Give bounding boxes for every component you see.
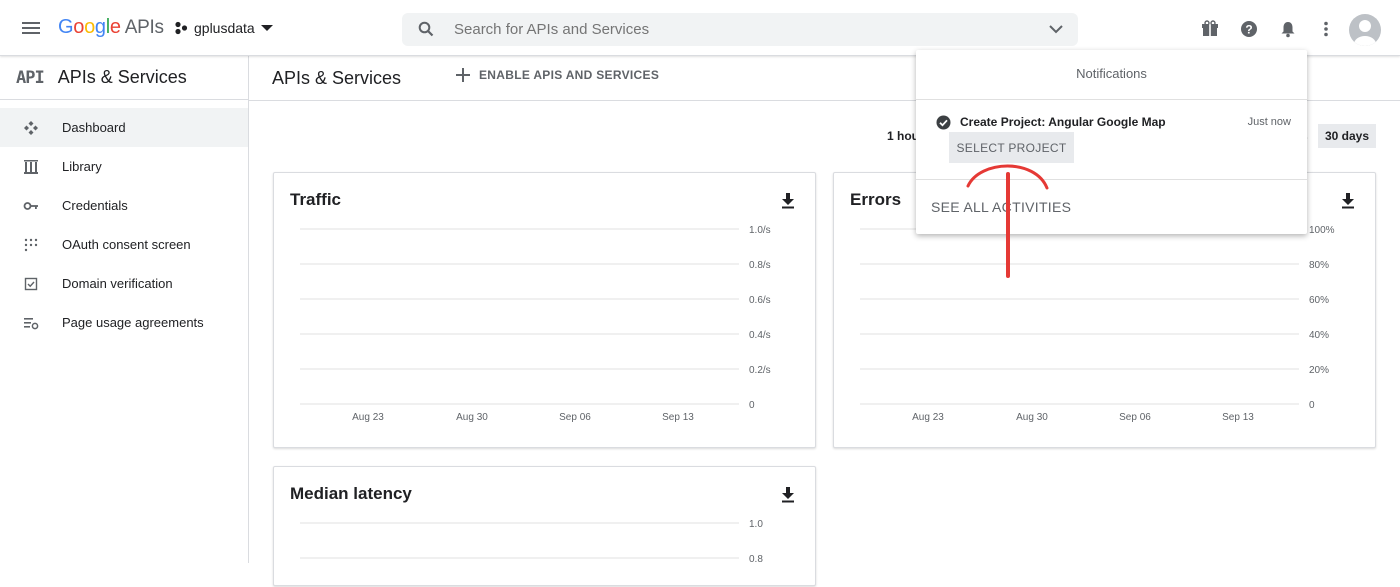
traffic-chart: 1.0/s 0.8/s 0.6/s 0.4/s 0.2/s 0 Aug 23 Aug 30 Se… [300,225,771,423]
x-tick-label: Sep 13 [662,412,694,423]
traffic-card: Traffic 1.0/s 0.8/s 0.6/s 0.4/s 0.2/s 0 Aug 23… [273,172,816,448]
divider [916,179,1307,180]
divider [916,99,1307,100]
x-tick-label: Aug 23 [352,412,384,423]
enable-apis-button[interactable]: ENABLE APIS AND SERVICES [455,67,659,83]
sidebar-item-label: Dashboard [62,120,126,135]
sidebar-item-domain-verification[interactable]: Domain verification [0,264,248,303]
sidebar-header: API APIs & Services [0,56,248,100]
sidebar-item-label: Credentials [62,198,128,213]
y-tick-label: 0 [1309,400,1315,411]
dashboard-icon [24,120,38,135]
help-icon[interactable]: ? [1240,20,1258,38]
more-vert-icon[interactable] [1317,20,1335,38]
project-dots-icon [175,21,188,35]
time-range-30-days[interactable]: 30 days [1318,124,1377,148]
api-logo: API [16,67,45,88]
x-tick-label: Aug 30 [456,412,488,423]
sidebar-item-label: OAuth consent screen [62,237,191,252]
y-tick-label: 20% [1309,365,1329,376]
search-input[interactable] [454,13,1014,46]
key-icon [23,201,38,210]
y-tick-label: 1.0 [749,519,763,530]
y-tick-label: 80% [1309,260,1329,271]
plus-icon [456,68,470,82]
y-tick-label: 0.4/s [749,330,771,341]
y-tick-label: 0.2/s [749,365,771,376]
oauth-icon [24,238,38,251]
y-tick-label: 1.0/s [749,225,771,236]
y-tick-label: 0 [749,400,755,411]
sidebar-item-credentials[interactable]: Credentials [0,186,248,225]
select-project-button[interactable]: SELECT PROJECT [949,132,1074,163]
library-icon [24,159,38,174]
x-tick-label: Sep 13 [1222,412,1254,423]
sidebar-item-page-usage[interactable]: Page usage agreements [0,303,248,342]
search-bar[interactable] [402,13,1078,46]
y-tick-label: 100% [1309,225,1335,236]
caret-down-icon [260,25,273,31]
median-latency-chart: 1.0 0.8 [300,519,763,565]
y-tick-label: 0.8/s [749,260,771,271]
logo-apis-text: APIs [124,17,164,38]
notifications-title: Notifications [1076,66,1147,81]
sidebar-item-dashboard[interactable]: Dashboard [0,108,248,147]
y-tick-label: 40% [1309,330,1329,341]
logo-google-text: Google [58,16,121,38]
chevron-down-icon[interactable] [1048,22,1064,36]
sidebar-title: APIs & Services [57,67,187,87]
enable-apis-label: ENABLE APIS AND SERVICES [479,68,660,82]
see-all-activities-link[interactable]: SEE ALL ACTIVITIES [931,199,1071,215]
bell-icon[interactable] [1279,20,1297,38]
menu-icon[interactable] [20,19,42,37]
google-apis-logo[interactable]: Google APIs [58,16,164,39]
account-avatar[interactable] [1349,14,1381,46]
y-tick-label: 0.8 [749,554,763,565]
x-tick-label: Sep 06 [1119,412,1151,423]
sidebar-item-oauth[interactable]: OAuth consent screen [0,225,248,264]
sidebar: API APIs & Services Dashboard Library Cr… [0,56,249,563]
time-range-1-hour[interactable]: 1 hou [887,129,919,143]
sidebar-item-label: Library [62,159,102,174]
project-selector[interactable]: gplusdata [174,20,273,36]
sidebar-item-label: Domain verification [62,276,173,291]
settings-list-icon [24,317,39,329]
top-app-bar: GoogleAPIs gplusdata ? [0,0,1400,56]
notifications-panel: Notifications Create Project: Angular Go… [916,50,1307,234]
project-name: gplusdata [194,20,255,36]
y-tick-label: 0.6/s [749,295,771,306]
avatar-person-icon [1354,20,1376,46]
y-tick-label: 60% [1309,295,1329,306]
page-title: APIs & Services [272,68,402,88]
domain-check-icon [24,277,38,290]
x-tick-label: Sep 06 [559,412,591,423]
sidebar-item-label: Page usage agreements [62,315,204,330]
check-circle-icon [936,115,951,130]
search-icon[interactable] [418,21,434,37]
notification-item-title: Create Project: Angular Google Map [960,115,1166,129]
median-latency-card: Median latency 1.0 0.8 [273,466,816,586]
notification-time: Just now [1247,116,1291,128]
x-tick-label: Aug 30 [1016,412,1048,423]
svg-text:?: ? [1245,23,1252,37]
sidebar-item-library[interactable]: Library [0,147,248,186]
gift-icon[interactable] [1201,20,1219,38]
sidebar-nav: Dashboard Library Credentials OAuth cons… [0,100,248,342]
x-tick-label: Aug 23 [912,412,944,423]
